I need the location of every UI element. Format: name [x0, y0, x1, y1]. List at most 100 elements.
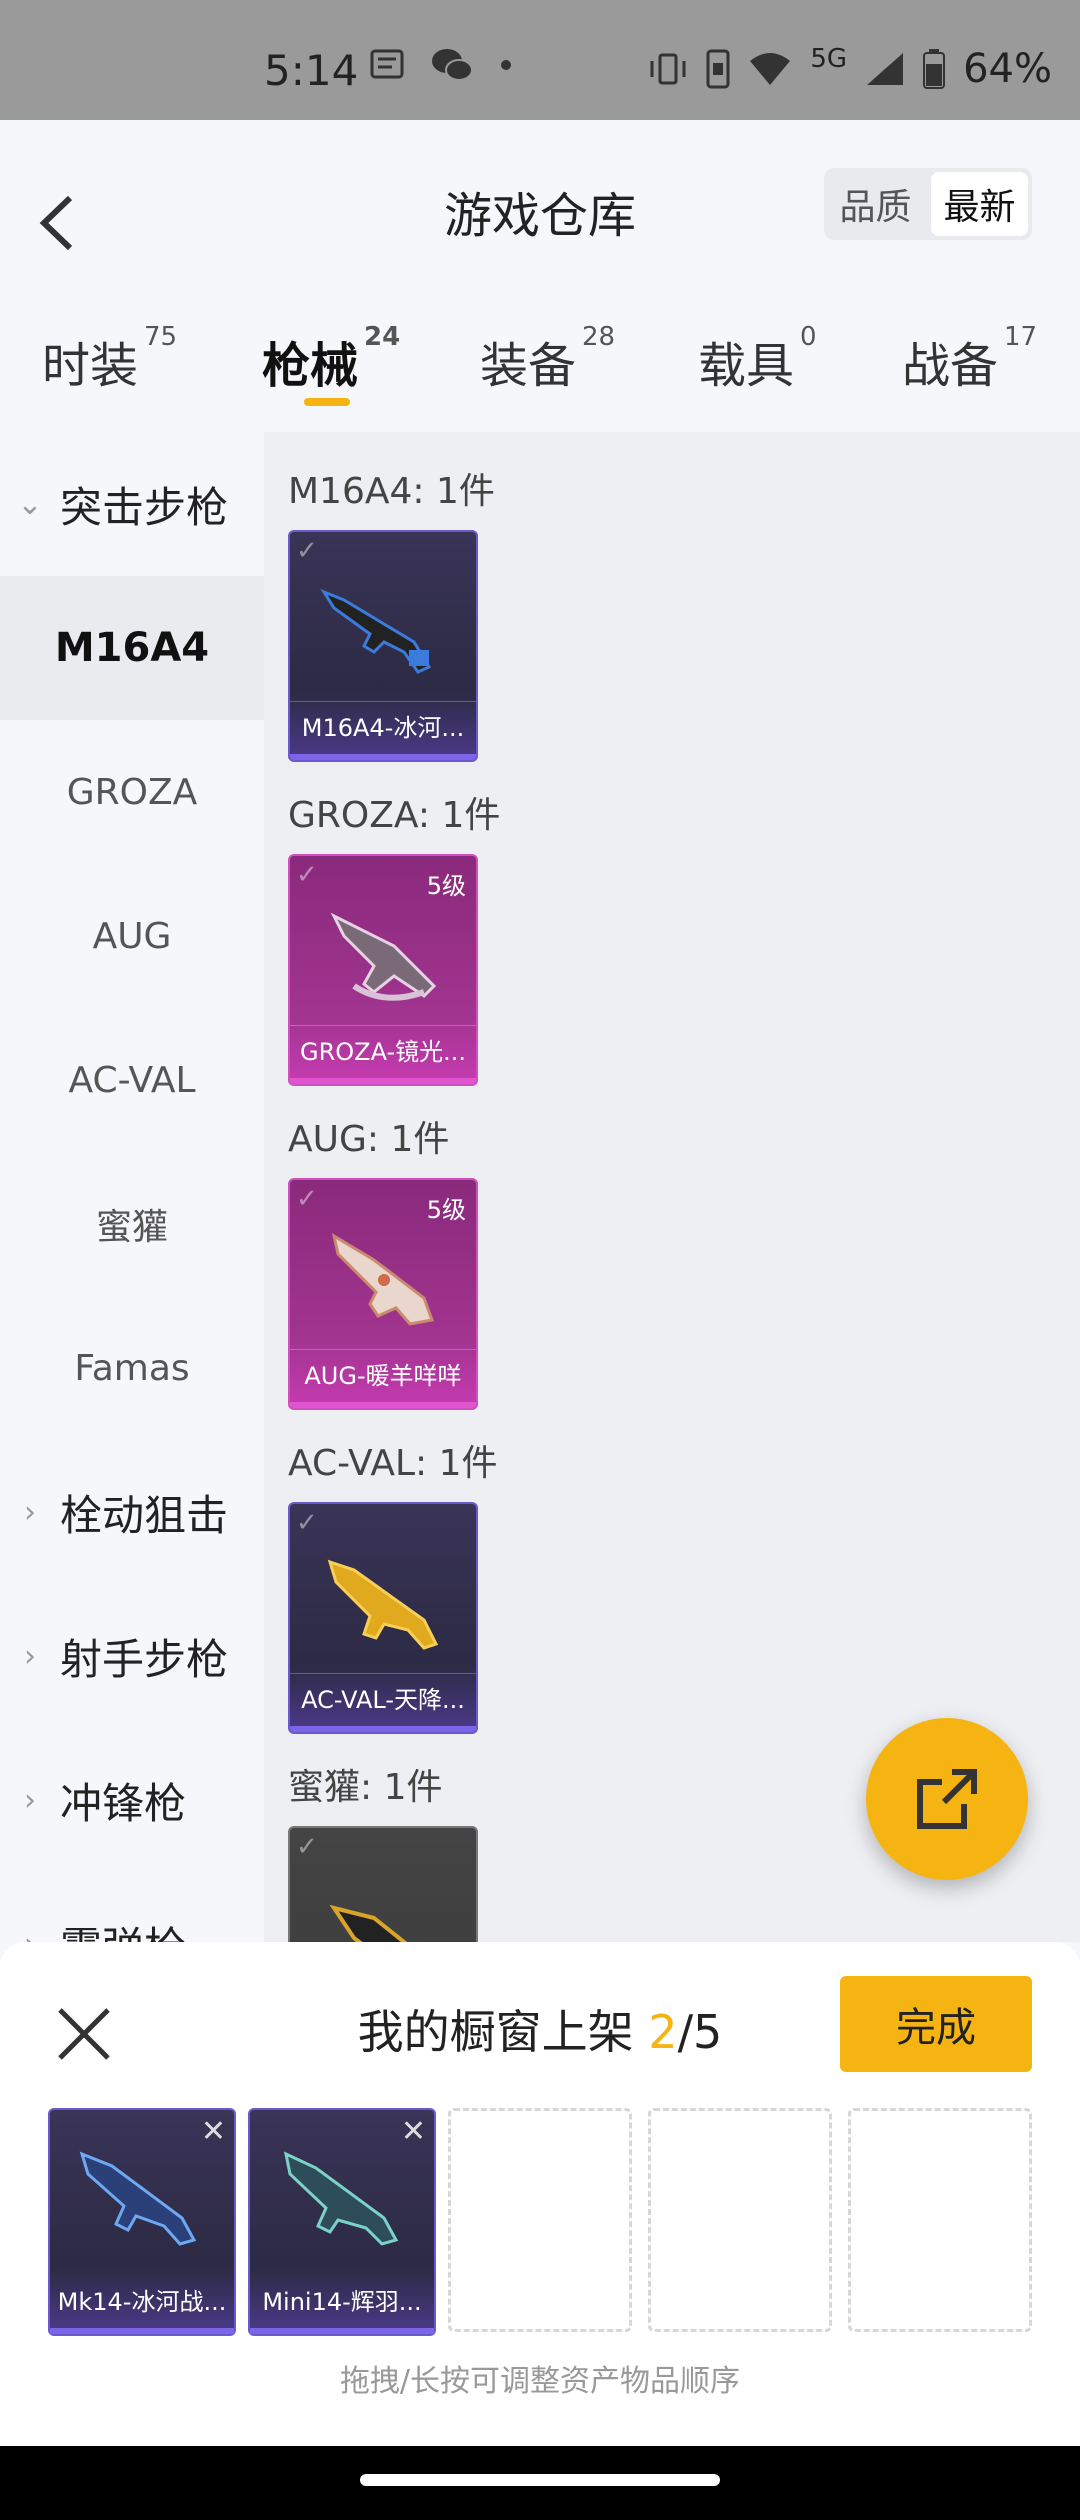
share-external-icon: [917, 1769, 977, 1829]
tab-count: 24: [364, 322, 401, 352]
rifle-icon: [320, 588, 432, 674]
section-label: AUG: 1件: [288, 1119, 450, 1160]
showcase-slot-2[interactable]: ✕ Mini14-辉羽...: [248, 2108, 436, 2336]
sidebar-group-bolt-sniper[interactable]: › 栓动狙击: [0, 1440, 264, 1584]
slot-item-name: Mk14-冰河战...: [57, 2288, 227, 2316]
rarity-bar: [290, 1726, 476, 1732]
tab-supplies[interactable]: 战备17: [902, 322, 1037, 396]
chevron-right-icon: ›: [24, 1638, 36, 1674]
rifle-icon: [330, 912, 437, 1001]
tab-count: 0: [800, 322, 817, 352]
battery-level: 64%: [963, 46, 1052, 92]
item-name: AC-VAL-天降...: [290, 1673, 476, 1726]
tab-label: 时装: [42, 338, 139, 394]
rarity-bar: [250, 2328, 434, 2334]
sidebar-group-shotgun[interactable]: › 霰弹枪: [0, 1872, 264, 1943]
item-name: M16A4-冰河...: [290, 701, 476, 754]
sidebar-group-label: 霰弹枪: [60, 1914, 186, 1943]
reorder-hint: 拖拽/长按可调整资产物品顺序: [339, 2364, 741, 2399]
active-tab-indicator: [304, 398, 350, 406]
tab-label: 战备: [902, 338, 999, 394]
tab-fashion[interactable]: 时装75: [42, 322, 177, 396]
check-icon: ✓: [296, 1832, 318, 1862]
sim-icon: [706, 49, 730, 89]
showcase-slot-5[interactable]: [848, 2108, 1032, 2332]
tab-count: 28: [582, 322, 616, 352]
sidebar-item-honey-badger[interactable]: 蜜獾: [0, 1152, 264, 1296]
item-name: AUG-暖羊咩咩: [290, 1349, 476, 1402]
rifle-icon: [329, 1904, 408, 1942]
dot-icon: [501, 60, 511, 70]
check-icon: ✓: [296, 536, 318, 566]
showcase-title-text: 我的橱窗上架: [357, 2005, 634, 2059]
item-card-aug[interactable]: ✓ 5级 AUG-暖羊咩咩: [288, 1178, 478, 1410]
slot-item-name: Mini14-辉羽...: [262, 2288, 422, 2316]
sidebar-item-famas[interactable]: Famas: [0, 1296, 264, 1440]
tab-label: 枪械: [262, 338, 359, 394]
status-time: 5:14: [264, 46, 359, 95]
sidebar-item-aug[interactable]: AUG: [0, 864, 264, 1008]
sidebar-group-label: 射手步枪: [60, 1634, 229, 1684]
header: 游戏仓库 品质 最新: [0, 120, 1080, 290]
status-bar: 5:14 5G 64%: [0, 0, 1080, 120]
tab-vehicles[interactable]: 载具0: [698, 322, 817, 396]
chevron-right-icon: ›: [0, 1927, 60, 1943]
showcase-slot-1[interactable]: ✕ Mk14-冰河战...: [48, 2108, 236, 2336]
sort-toggle[interactable]: 品质 最新: [824, 168, 1032, 240]
tab-equipment[interactable]: 装备28: [480, 322, 615, 396]
chevron-right-icon: ›: [24, 1782, 36, 1818]
message-icon: [370, 49, 404, 79]
system-nav-bar: [0, 2446, 1080, 2520]
section-label: M16A4: 1件: [288, 471, 495, 512]
tab-count: 75: [144, 322, 178, 352]
wechat-icon: [432, 49, 473, 81]
sidebar-item-groza[interactable]: GROZA: [0, 720, 264, 864]
category-tabs: 时装75 枪械24 装备28 载具0 战备17: [0, 290, 1080, 430]
sidebar-group-label: 栓动狙击: [60, 1490, 229, 1540]
rarity-bar: [290, 754, 476, 760]
rifle-icon: [327, 1559, 439, 1650]
wifi-icon: [750, 53, 791, 85]
rifle-icon: [283, 2151, 399, 2246]
rarity-bar: [290, 1402, 476, 1408]
item-card-honey-badger[interactable]: ✓: [288, 1826, 478, 1942]
sidebar-group-assault-rifle[interactable]: ⌄ 突击步枪: [0, 432, 264, 576]
sidebar-group-marksman[interactable]: › 射手步枪: [0, 1584, 264, 1728]
section-label: AC-VAL: 1件: [288, 1443, 498, 1484]
weapon-list: M16A4: 1件 ✓ M16A4-冰河... GROZA: 1件 ✓ 5级 G…: [264, 432, 1080, 1942]
home-indicator[interactable]: [360, 2474, 720, 2486]
network-type: 5G: [810, 44, 848, 74]
signal-icon: [867, 53, 904, 85]
sort-newest-button[interactable]: 最新: [930, 172, 1028, 236]
showcase-slot-4[interactable]: [648, 2108, 832, 2332]
item-card-acval[interactable]: ✓ AC-VAL-天降...: [288, 1502, 478, 1734]
status-right: 5G 64%: [648, 44, 1052, 92]
check-icon: ✓: [296, 860, 318, 890]
item-name: GROZA-镜光...: [290, 1025, 476, 1078]
share-fab[interactable]: [866, 1718, 1028, 1880]
battery-icon: [923, 49, 946, 89]
showcase-count: 2: [648, 2005, 678, 2059]
item-card-groza[interactable]: ✓ 5级 GROZA-镜光...: [288, 854, 478, 1086]
rarity-bar: [290, 1078, 476, 1084]
section-label: 蜜獾: 1件: [288, 1767, 443, 1808]
rifle-icon: [331, 1232, 435, 1326]
sidebar-group-smg[interactable]: › 冲锋枪: [0, 1728, 264, 1872]
check-icon: ✓: [296, 1508, 318, 1538]
section-label: GROZA: 1件: [288, 795, 501, 836]
rarity-bar: [50, 2328, 234, 2334]
item-card-m16a4[interactable]: ✓ M16A4-冰河...: [288, 530, 478, 762]
sidebar-group-label: 突击步枪: [60, 482, 229, 532]
chevron-down-icon: ⌄: [17, 486, 43, 522]
showcase-slot-3[interactable]: [448, 2108, 632, 2332]
tab-label: 载具: [698, 338, 795, 394]
sidebar-group-label: 冲锋枪: [60, 1778, 187, 1828]
tab-count: 17: [1004, 322, 1038, 352]
done-button[interactable]: 完成: [840, 1976, 1032, 2072]
tab-guns[interactable]: 枪械24: [262, 322, 400, 396]
notification-icons: [370, 46, 516, 84]
sidebar-item-acval[interactable]: AC-VAL: [0, 1008, 264, 1152]
showcase-panel: 我的橱窗上架 2/5 完成 ✕ Mk14-冰河战... ✕ Mini14-辉羽.…: [0, 1942, 1080, 2446]
sort-quality-button[interactable]: 品质: [824, 168, 927, 240]
sidebar-item-m16a4[interactable]: M16A4: [0, 576, 264, 720]
